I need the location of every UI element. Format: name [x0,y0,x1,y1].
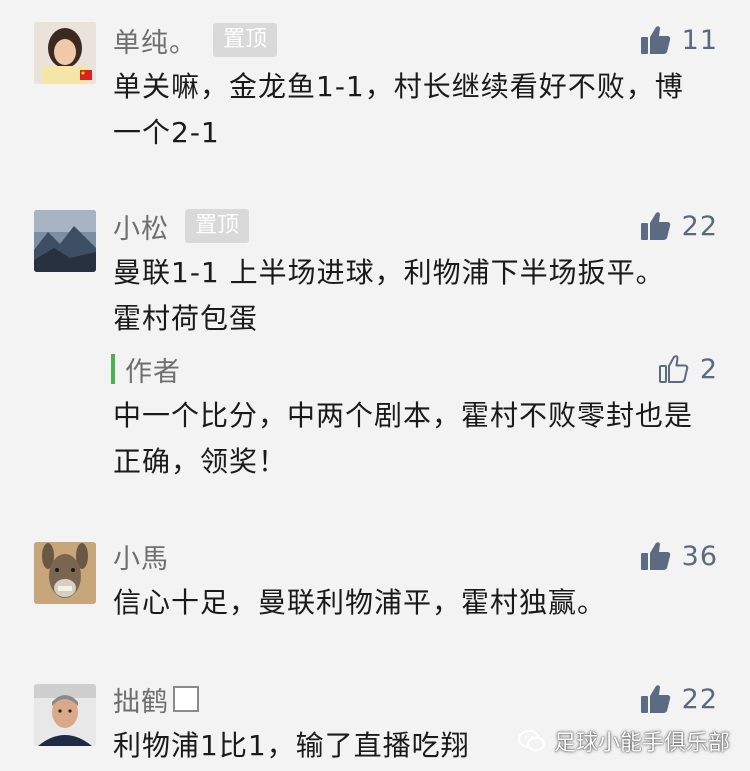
thumbs-up-filled-icon [640,542,670,570]
pinned-badge: 置顶 [213,23,278,57]
comment-text: 曼联1-1 上半场进球，利物浦下半场扳平。霍村荷包蛋 [113,256,665,335]
comment-text: 单关嘛，金龙鱼1-1，村长继续看好不败，博一个2-1 [113,70,684,149]
like-count: 22 [681,683,718,715]
thumbs-up-filled-icon [640,212,670,240]
comment-author-name[interactable]: 拙鹤 [113,680,169,719]
like-button[interactable]: 11 [640,20,718,60]
watermark-text: 足球小能手俱乐部 [553,731,730,756]
avatar[interactable] [34,210,96,272]
thumbs-up-filled-icon [640,26,670,54]
avatar[interactable] [34,542,96,604]
thumbs-up-outline-icon [658,355,689,383]
donkey-avatar-icon [34,542,96,604]
like-count: 2 [699,353,718,385]
like-button[interactable]: 22 [640,206,718,246]
mountain-avatar-icon [34,210,96,272]
author-reply-text: 中一个比分，中两个剧本，霍村不败零封也是正确，领奖！ [113,399,694,478]
comment-author-name[interactable]: 小馬 [113,537,169,576]
like-button[interactable]: 22 [640,679,718,719]
avatar[interactable] [34,22,96,84]
like-count: 22 [681,210,718,242]
comment-text: 信心十足，曼联利物浦平，霍村独赢。 [113,586,607,619]
author-reply-header: 作者 [111,349,181,389]
like-count: 11 [681,24,718,56]
missing-glyph-box-icon [173,686,199,712]
comment-author-name[interactable]: 小松 [113,207,169,246]
comment-author-name[interactable]: 单纯。 [113,21,197,60]
author-label: 作者 [125,356,181,388]
avatar[interactable] [34,684,96,746]
watermark: 足球小能手俱乐部 [517,725,730,757]
wechat-icon [517,730,545,752]
reply-like-button[interactable]: 2 [658,349,718,389]
pinned-badge: 置顶 [185,209,250,243]
man-portrait-avatar-icon [34,684,96,746]
like-button[interactable]: 36 [640,536,718,576]
like-count: 36 [681,540,718,572]
thumbs-up-filled-icon [640,685,670,713]
author-reply-bar [111,354,115,384]
portrait-avatar-icon [34,22,96,84]
